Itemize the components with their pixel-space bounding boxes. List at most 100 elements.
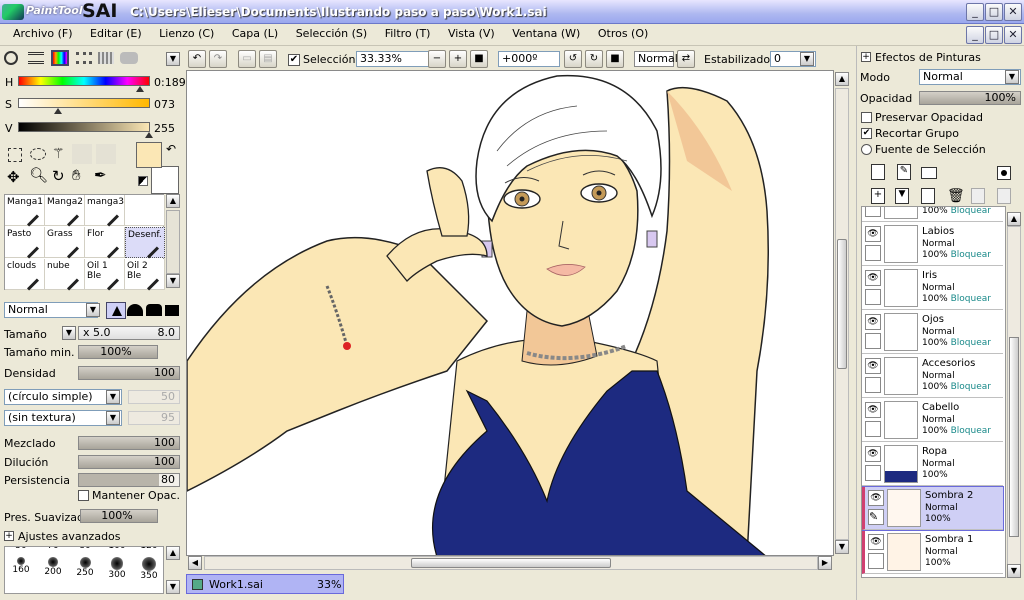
maximize-button[interactable]: □ [985,3,1003,21]
visibility-eye-icon[interactable]: 👁︎ [868,534,884,550]
move-icon[interactable]: ✥ [7,168,20,186]
size-preset[interactable]: 300 [101,557,133,583]
hue-slider[interactable] [18,76,150,86]
menu-editar[interactable]: Editar (E) [83,24,149,43]
layer-lock-checkbox[interactable] [865,245,881,261]
brush-slot[interactable]: manga3 [85,195,125,227]
brush-slot[interactable] [125,195,165,226]
palette-icon[interactable] [98,52,114,64]
layer-options-icon[interactable] [997,166,1011,180]
brush-scroll-track[interactable] [166,210,180,274]
vscroll-track[interactable] [835,88,849,540]
shape-strength-slider[interactable]: 50 [128,390,180,404]
paint-effects-label[interactable]: Efectos de Pinturas [875,51,981,64]
zoom-reset-button[interactable]: ■ [470,50,488,68]
menu-filtro[interactable]: Filtro (T) [378,24,438,43]
visibility-eye-icon[interactable]: 👁︎ [865,314,881,330]
layer-lock-checkbox[interactable] [865,377,881,393]
keep-opacity-checkbox[interactable] [78,490,89,501]
hscroll-thumb[interactable] [411,558,611,568]
brush-slot[interactable]: Grass [45,227,85,259]
new-layer-icon[interactable] [871,164,885,180]
layer-item[interactable]: 👁︎ Ropa Normal 100% [862,443,1003,486]
undo-button[interactable]: ↶ [188,50,206,68]
brush-mode-dropdown-arrow[interactable]: ▼ [86,303,100,317]
selection-source-radio[interactable] [861,144,872,155]
layer-lock-checkbox[interactable] [865,421,881,437]
menu-seleccion[interactable]: Selección (S) [289,24,375,43]
redo-button[interactable]: ↷ [209,50,227,68]
brush-slot[interactable]: Pasto [5,227,45,259]
brush-shape-medium[interactable] [146,304,162,316]
layers-scroll-up[interactable]: ▲ [1007,212,1021,226]
rgb-slider-icon[interactable] [28,52,44,64]
brush-mode-select[interactable]: Normal [4,302,98,318]
effects-expand-icon[interactable]: + [861,52,871,62]
layer-lock-checkbox[interactable] [865,465,881,481]
doc-close-button[interactable]: ✕ [1004,26,1022,44]
flip-button[interactable]: ⇄ [677,50,695,68]
brush-shape-flat[interactable] [165,305,179,316]
document-tab[interactable]: Work1.sai 33% [186,574,344,594]
visibility-eye-icon[interactable]: 👁︎ [865,402,881,418]
vscroll-thumb[interactable] [837,239,847,369]
menu-otros[interactable]: Otros (O) [591,24,655,43]
hscroll-track[interactable] [204,556,818,570]
layer-item[interactable]: 👁︎ Accesorios Normal 100% Bloquear [862,355,1003,398]
secondary-color-swatch[interactable] [151,166,179,194]
color-wheel-icon[interactable] [4,51,18,65]
zoom-out-button[interactable]: − [428,50,446,68]
color-panel-menu-button[interactable]: ▼ [166,52,180,66]
rotation-select[interactable]: +000º [498,51,560,67]
brush-shape-select[interactable]: (círculo simple) [4,389,122,405]
copy-layer-icon[interactable]: + [871,188,885,204]
size-preset[interactable]: 350 [133,557,163,583]
brush-scroll-up[interactable]: ▲ [166,194,180,208]
layer-mode-dropdown-arrow[interactable]: ▼ [1005,70,1019,84]
primary-color-swatch[interactable] [136,142,162,168]
layer-item[interactable]: 👁︎ Cabello Normal 100% Bloquear [862,399,1003,442]
zoom-in-button[interactable]: + [449,50,467,68]
deselect-button[interactable]: ▭ [238,50,256,68]
density-slider[interactable]: 100 [78,366,180,380]
visibility-eye-icon[interactable]: 👁︎ [865,446,881,462]
close-button[interactable]: ✕ [1004,3,1022,21]
vscroll-up[interactable]: ▲ [835,72,849,86]
preset-scroll-down[interactable]: ▼ [166,580,180,594]
texture-dropdown-arrow[interactable]: ▼ [106,411,120,425]
layer-lock-checkbox[interactable] [865,333,881,349]
brush-slot[interactable]: Manga2 [45,195,85,227]
lasso-icon[interactable] [30,148,46,160]
eyedropper-icon[interactable]: ✒ [94,166,107,184]
blending-slider[interactable]: 100 [78,436,180,450]
flip-mode-field[interactable]: Normal [634,51,678,67]
value-marker[interactable] [145,132,153,138]
layer-item[interactable]: 👁︎ Labios Normal 100% Bloquear [862,223,1003,266]
saturation-slider[interactable] [18,98,150,108]
canvas[interactable] [186,70,834,556]
layer-item[interactable]: 👁︎100% Bloquear [862,207,1003,222]
brush-scroll-down[interactable]: ▼ [166,274,180,288]
doc-minimize-button[interactable]: _ [966,26,984,44]
menu-capa[interactable]: Capa (L) [225,24,285,43]
minimize-button[interactable]: _ [966,3,984,21]
saturation-marker[interactable] [54,108,62,114]
brush-slot[interactable]: nube [45,259,85,291]
visibility-eye-icon[interactable]: 👁︎ [865,358,881,374]
delete-layer-icon[interactable]: 🗑︎ [947,188,965,204]
texture-select[interactable]: (sin textura) [4,410,122,426]
stabilizer-dropdown-arrow[interactable]: ▼ [800,52,814,66]
brush-slot[interactable]: Oil 2 Ble [125,259,165,291]
brush-slot[interactable]: Manga1 [5,195,45,227]
new-linework-layer-icon[interactable]: ✎ [897,164,911,180]
layers-scroll-thumb[interactable] [1009,337,1019,537]
clear-layer-icon[interactable] [921,188,935,204]
preset-scroll-up[interactable]: ▲ [166,546,180,560]
brush-slot[interactable]: clouds [5,259,45,291]
invert-selection-button[interactable]: ▤ [259,50,277,68]
selection-checkbox[interactable]: ✔ [288,54,300,66]
hand-icon[interactable]: ✋︎ [72,166,81,184]
brush-shape-soft[interactable] [127,304,143,316]
rotate-reset-button[interactable]: ■ [606,50,624,68]
pressure-smoothing-slider[interactable]: 100% [80,509,158,523]
